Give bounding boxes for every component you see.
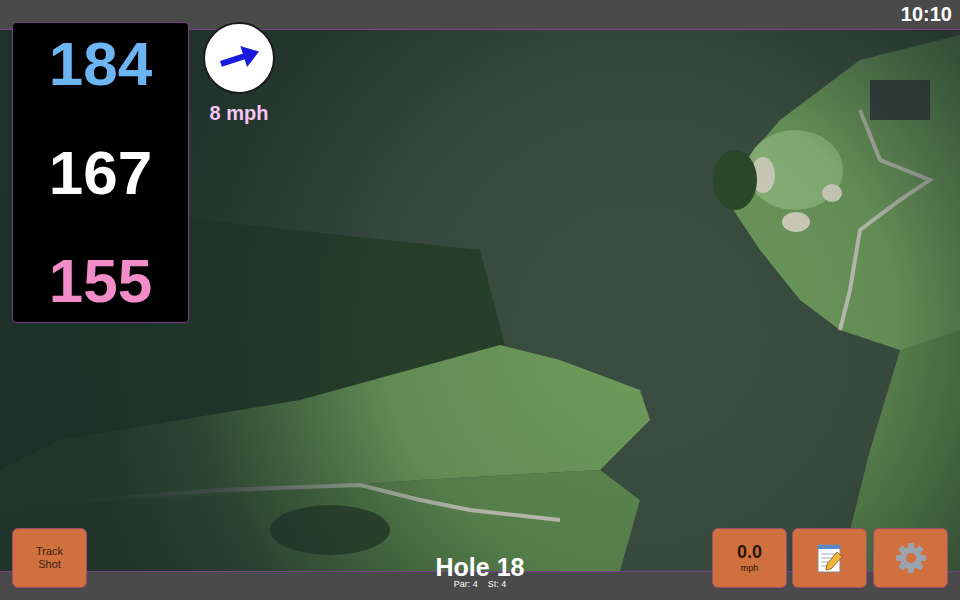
distance-panel: 184 167 155 [12, 22, 189, 323]
hole-title: Hole 18 [436, 555, 525, 580]
hole-si: SI: 4 [488, 580, 507, 590]
clock: 10:10 [901, 0, 960, 24]
wind-speed: 8 mph [203, 103, 275, 123]
wind-arrow-icon [216, 35, 262, 81]
gps-screen: 10:10 [0, 0, 960, 600]
track-shot-button[interactable]: Track Shot [12, 528, 87, 588]
hole-par: Par: 4 [454, 580, 478, 590]
wind-indicator: 8 mph [203, 22, 275, 123]
gear-icon [895, 542, 927, 574]
notes-button[interactable] [792, 528, 867, 588]
distance-value: 155 [13, 250, 188, 312]
distance-value: 184 [13, 33, 188, 95]
distance-value: 167 [13, 142, 188, 204]
wind-dial [203, 22, 275, 94]
speed-button[interactable]: 0.0 mph [712, 528, 787, 588]
hole-info: Hole 18 Par: 4 SI: 4 [436, 555, 525, 590]
track-shot-label: Track Shot [30, 545, 70, 571]
notepad-icon [815, 542, 845, 574]
speed-unit: mph [741, 563, 759, 574]
settings-button[interactable] [873, 528, 948, 588]
speed-value: 0.0 [737, 543, 762, 563]
